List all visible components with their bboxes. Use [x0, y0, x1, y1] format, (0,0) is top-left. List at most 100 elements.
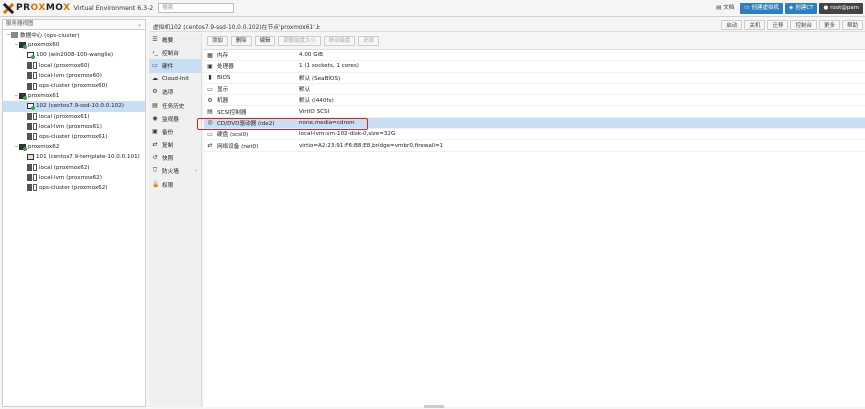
- menu-item[interactable]: 🔓 权限: [149, 178, 201, 191]
- top-bar: PROXMOX Virtual Environment 6.3-2 搜索 ▤ 文…: [0, 0, 865, 17]
- tree-item-label: 数据中心 (ops-cluster): [20, 33, 80, 40]
- hardware-icon: ▭: [207, 130, 213, 138]
- menu-item-icon: ↺: [152, 154, 158, 162]
- menu-item[interactable]: ▤ 任务历史: [149, 99, 201, 112]
- tree-item-label: 100 (win2008-100-wanglie): [36, 52, 114, 59]
- menu-item-icon: ▤: [152, 101, 158, 109]
- tree-item-label: local (proxmox60): [39, 62, 90, 69]
- console-button[interactable]: 控制台: [790, 20, 817, 30]
- table-row[interactable]: ▮ BIOS 默认 (SeaBIOS): [204, 73, 865, 84]
- create-vm-button[interactable]: ▭ 创建虚拟机: [740, 3, 783, 14]
- tree-item[interactable]: ops-cluster (proxmox62): [3, 183, 145, 193]
- tree-item[interactable]: local-lvm (proxmox60): [3, 71, 145, 81]
- table-row[interactable]: ⚙ 机器 默认 (i440fx): [204, 95, 865, 107]
- shutdown-button[interactable]: 关机: [744, 20, 766, 30]
- hardware-value: local-lvm:vm-102-disk-0,size=32G: [299, 131, 396, 138]
- menu-item-icon: ◉: [152, 114, 158, 122]
- tree-item[interactable]: 101 (centos7.9-template-10.0.0.101): [3, 152, 145, 162]
- menu-item-icon: ⇄: [152, 141, 158, 149]
- hardware-icon: ⇄: [207, 142, 213, 150]
- help-button[interactable]: 帮助: [841, 20, 863, 30]
- user-menu-button[interactable]: ● root@pam: [819, 3, 863, 14]
- storage-icon: [27, 72, 32, 80]
- menu-item[interactable]: ⇄ 复制: [149, 139, 201, 152]
- tree-item[interactable]: ops-cluster (proxmox60): [3, 81, 145, 91]
- hardware-key: 硬盘 (scsi0): [217, 132, 249, 139]
- menu-item[interactable]: ▣ 备份: [149, 125, 201, 138]
- tree-item-label: ops-cluster (proxmox60): [39, 83, 108, 90]
- tree-item[interactable]: − proxmox61: [3, 91, 145, 101]
- menu-item[interactable]: ›_ 控制台: [149, 46, 201, 59]
- edit-button[interactable]: 编辑: [254, 36, 276, 46]
- hardware-value: 1 (1 sockets, 1 cores): [299, 63, 359, 70]
- resize-handle[interactable]: [424, 405, 444, 408]
- tree-item-label: local (proxmox62): [39, 164, 90, 171]
- move-disk-button[interactable]: 移动磁盘: [323, 36, 356, 46]
- table-row[interactable]: ⇄ 网络设备 (net0) virtio=A2:23:91:F6:B8:E8,bri…: [204, 140, 865, 152]
- menu-item[interactable]: ↺ 快照: [149, 152, 201, 165]
- storage-icon: [33, 164, 37, 172]
- template-icon: [27, 154, 34, 161]
- search-input[interactable]: 搜索: [158, 3, 235, 13]
- hardware-key: 网络设备 (net0): [217, 143, 259, 150]
- storage-icon: [33, 62, 37, 70]
- table-row[interactable]: ▣ 处理器 1 (1 sockets, 1 cores): [204, 61, 865, 73]
- hardware-key: 内存: [217, 53, 229, 60]
- menu-item[interactable]: ▭ 硬件: [149, 59, 201, 73]
- storage-icon: [27, 174, 32, 182]
- docs-button[interactable]: ▤ 文档: [712, 3, 738, 14]
- table-row[interactable]: ▭ 硬盘 (scsi0) local-lvm:vm-102-disk-0,size=…: [204, 129, 865, 141]
- menu-item-label: 控制台: [162, 50, 179, 57]
- page-title: 虚拟机102 (centos7.9-ssd-10.0.0.102)在节点'pro…: [153, 25, 321, 31]
- tree-item[interactable]: − 数据中心 (ops-cluster): [3, 30, 145, 40]
- menu-item-icon: ⚙: [152, 88, 158, 96]
- migrate-button[interactable]: 迁移: [767, 20, 789, 30]
- tree-item[interactable]: − proxmox60: [3, 40, 145, 50]
- hardware-key: SCSI控制器: [217, 109, 247, 116]
- tree-item[interactable]: local (proxmox61): [3, 112, 145, 122]
- menu-item[interactable]: ☰ 概要: [149, 33, 201, 46]
- tree-item[interactable]: − proxmox62: [3, 142, 145, 152]
- tree-item[interactable]: ops-cluster (proxmox61): [3, 132, 145, 142]
- menu-item[interactable]: ◉ 监视器: [149, 112, 201, 125]
- node-icon: [19, 42, 27, 50]
- menu-item[interactable]: ⛉ 防火墙 ›: [149, 165, 201, 178]
- tree-item-label: ops-cluster (proxmox61): [39, 133, 108, 140]
- hardware-value: none,media=cdrom: [299, 119, 355, 126]
- menu-item[interactable]: ☁ Cloud-Init: [149, 73, 201, 86]
- more-button[interactable]: 更多: [818, 20, 840, 30]
- hardware-key: 显示: [217, 87, 229, 94]
- table-row[interactable]: ▤ SCSI控制器 VirtIO SCSI: [204, 106, 865, 118]
- menu-item-icon: ▭: [152, 61, 158, 69]
- remove-button[interactable]: 删除: [230, 36, 252, 46]
- menu-item-icon: ☰: [152, 35, 158, 43]
- storage-icon: [33, 174, 37, 182]
- start-button[interactable]: 启动: [721, 20, 743, 30]
- user-icon: ●: [823, 5, 829, 11]
- vm-icon: [27, 103, 35, 111]
- storage-icon: [27, 82, 32, 90]
- resource-tree-panel: 服务器视图 ⌄ − 数据中心 (ops-cluster) − proxmox60 100…: [2, 19, 146, 407]
- storage-icon: [33, 123, 37, 131]
- hardware-icon: ▮: [208, 74, 212, 82]
- menu-item[interactable]: ⚙ 选项: [149, 86, 201, 99]
- tree-item[interactable]: local-lvm (proxmox61): [3, 122, 145, 132]
- table-row[interactable]: ▦ 内存 4.00 GiB: [204, 50, 865, 62]
- resize-disk-button[interactable]: 调整磁盘大小: [278, 36, 321, 46]
- view-selector[interactable]: 服务器视图 ⌄: [3, 20, 145, 30]
- add-button[interactable]: 添加: [207, 36, 228, 46]
- tree-item[interactable]: local (proxmox62): [3, 162, 145, 172]
- create-ct-button[interactable]: ◈ 创建CT: [785, 3, 818, 14]
- menu-item-label: 任务历史: [162, 103, 185, 110]
- tree-item[interactable]: local-lvm (proxmox62): [3, 173, 145, 183]
- tree-item[interactable]: 100 (win2008-100-wanglie): [3, 50, 145, 60]
- storage-icon: [27, 62, 32, 70]
- proxmox-x-icon: [3, 3, 14, 14]
- menu-item-icon: 🔓: [152, 180, 160, 188]
- table-row[interactable]: ▭ 显示 默认: [204, 84, 865, 96]
- hardware-value: 4.00 GiB: [299, 52, 323, 59]
- tree-item[interactable]: local (proxmox60): [3, 61, 145, 71]
- tree-item[interactable]: 102 (centos7.9-ssd-10.0.0.102): [3, 101, 145, 112]
- datacenter-icon: [11, 32, 18, 39]
- revert-button[interactable]: 还原: [358, 36, 380, 46]
